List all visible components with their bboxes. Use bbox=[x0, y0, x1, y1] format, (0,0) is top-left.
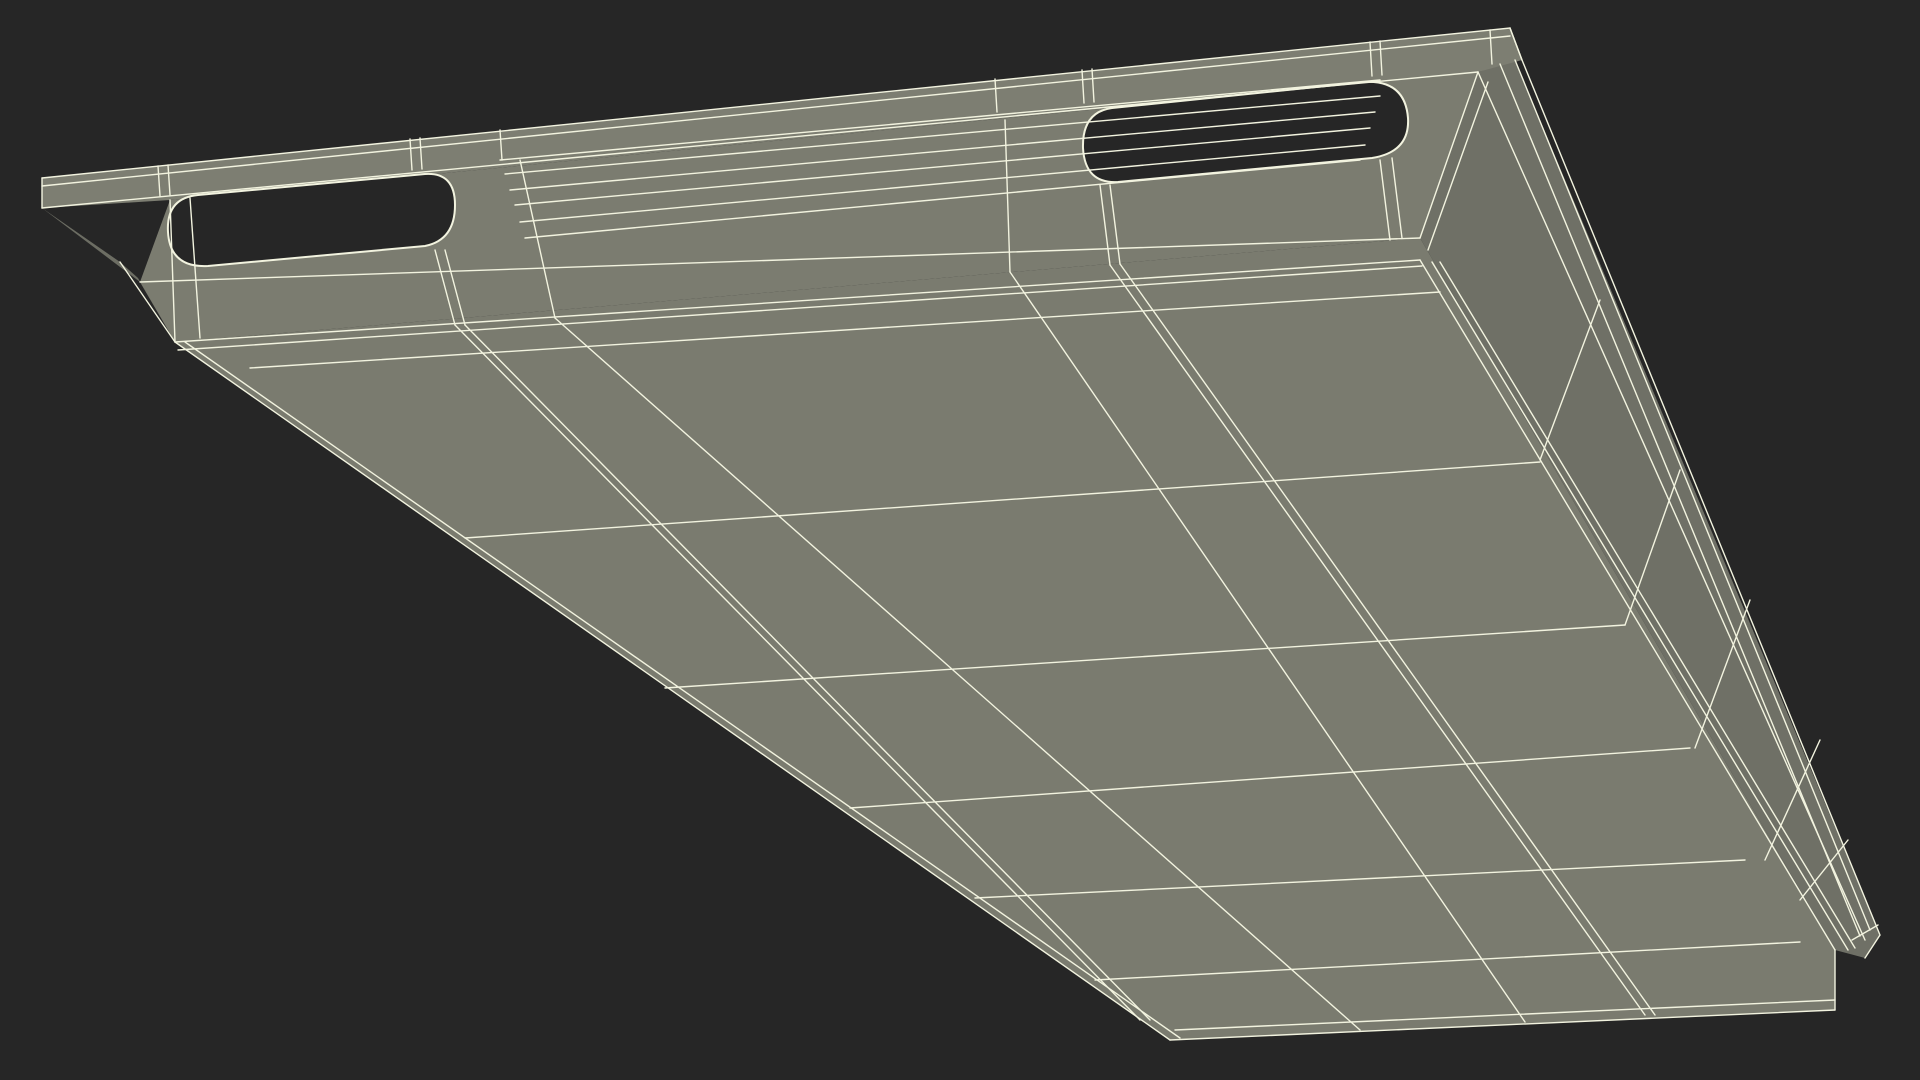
render-viewport bbox=[0, 0, 1920, 1080]
tray-wireframe-render bbox=[0, 0, 1920, 1080]
